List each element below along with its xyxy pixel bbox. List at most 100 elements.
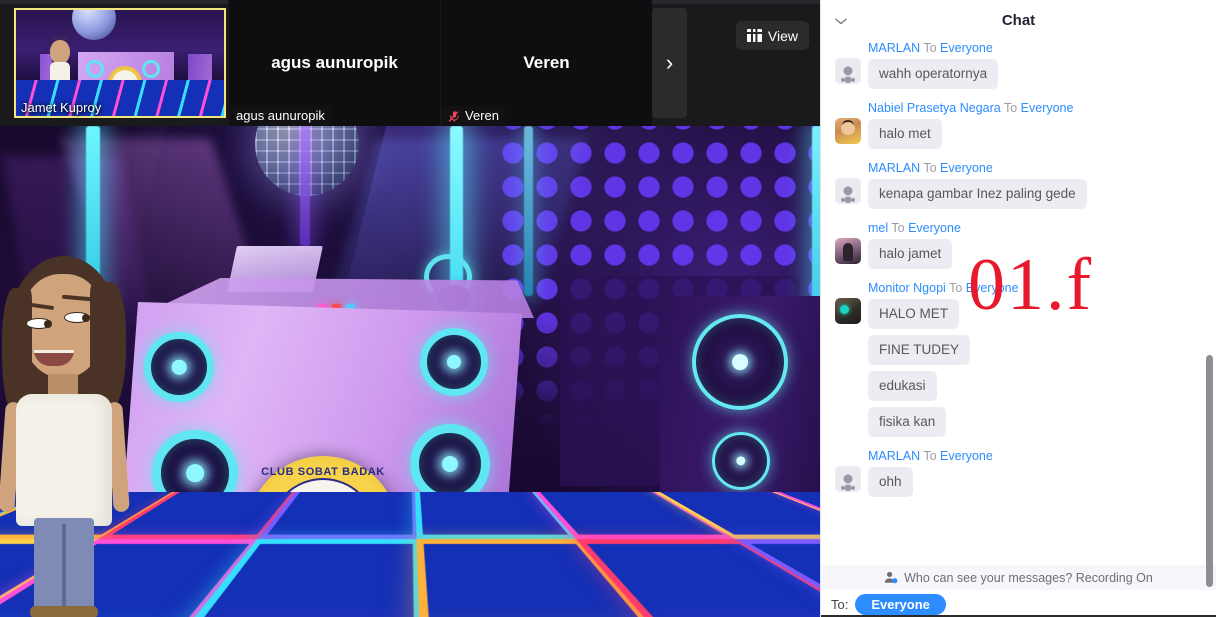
chat-scrollbar[interactable] — [1206, 355, 1213, 587]
filmstrip-tile-active[interactable]: Jamet Kuproy — [0, 0, 228, 126]
tile-label-text: agus aunuropik — [236, 108, 325, 123]
chat-message-column: Monitor Ngopi To Everyone HALO MET FINE TU… — [868, 280, 1202, 437]
chat-scrollbar-thumb[interactable] — [1206, 355, 1213, 587]
neon-tube-2 — [300, 126, 310, 246]
tile-center-name: agus aunuropik — [271, 53, 398, 72]
chat-message-column: MARLAN To Everyone kenapa gambar Inez pal… — [868, 160, 1202, 209]
chat-message-bubble[interactable]: halo jamet — [868, 239, 953, 269]
chat-message-header: Monitor Ngopi To Everyone — [868, 280, 1202, 296]
chat-privacy-notice[interactable]: Who can see your messages? Recording On — [821, 565, 1216, 590]
chat-recipient: Everyone — [965, 281, 1019, 295]
chat-message-bubble[interactable]: edukasi — [868, 371, 937, 401]
floor-tile — [267, 492, 413, 535]
chat-to-word: To — [923, 449, 937, 463]
mic-muted-icon — [448, 109, 461, 123]
chat-recipient: Everyone — [1020, 101, 1074, 115]
chat-message-header: MARLAN To Everyone — [868, 448, 1202, 464]
chat-panel: Chat MARLAN To Everyone wahh operatornya N… — [820, 0, 1216, 617]
chat-message-header: MARLAN To Everyone — [868, 160, 1202, 176]
to-label: To: — [831, 596, 849, 612]
character-shirt — [16, 394, 112, 526]
chat-message-group: Nabiel Prasetya Negara To Everyone halo m… — [835, 100, 1202, 149]
chat-sender-name: Monitor Ngopi — [868, 281, 946, 295]
tile-name-label: agus aunuropik — [229, 106, 331, 126]
chat-message-bubble[interactable]: wahh operatornya — [868, 59, 999, 89]
chevron-down-icon[interactable] — [831, 12, 851, 30]
tile-center-name: Veren — [523, 53, 570, 72]
chat-to-word: To — [923, 41, 937, 55]
chat-to-word: To — [891, 221, 905, 235]
chat-message-group: MARLAN To Everyone kenapa gambar Inez pal… — [835, 160, 1202, 209]
character-hair-right — [90, 282, 126, 412]
chat-message-column: mel To Everyone halo jamet — [868, 220, 1202, 269]
chat-message-group: MARLAN To Everyone ohh — [835, 448, 1202, 497]
chat-to-bar: To: Everyone — [821, 590, 1216, 617]
filmstrip-tile-agus[interactable]: agus aunuropik agus aunuropik — [228, 0, 440, 126]
chat-message-bubble[interactable]: fisika kan — [868, 407, 947, 437]
chat-sender-name: Nabiel Prasetya Negara — [868, 101, 1001, 115]
thumb-character-face — [50, 40, 70, 64]
avatar — [835, 178, 861, 204]
avatar — [835, 238, 861, 264]
chat-message-group: Monitor Ngopi To Everyone HALO MET FINE TU… — [835, 280, 1202, 437]
chat-to-word: To — [1003, 101, 1018, 115]
chat-header: Chat — [821, 0, 1216, 40]
chat-message-column: MARLAN To Everyone ohh — [868, 448, 1202, 497]
chat-message-header: Nabiel Prasetya Negara To Everyone — [868, 100, 1202, 116]
badge-arc-text: CLUB SOBAT BADAK — [261, 466, 385, 478]
character-pupil-right — [82, 314, 90, 322]
booth-cone-3 — [420, 328, 488, 396]
filmstrip-next-button[interactable]: › — [652, 8, 687, 118]
chat-message-list[interactable]: MARLAN To Everyone wahh operatornya Nabiel… — [821, 40, 1216, 565]
chat-message-bubble[interactable]: ohh — [868, 467, 913, 497]
chat-message-bubble[interactable]: halo met — [868, 119, 942, 149]
avatar — [835, 466, 861, 492]
chevron-right-icon: › — [665, 50, 674, 75]
grid-view-icon — [746, 29, 762, 42]
chat-message-group: MARLAN To Everyone wahh operatornya — [835, 40, 1202, 89]
chat-sender-name: mel — [868, 221, 889, 235]
chat-message-header: mel To Everyone — [868, 220, 1202, 236]
character-pupil-left — [44, 320, 52, 328]
main-video[interactable]: CLUB SOBAT BADAK #BAWAPERUBAHAN EST. 202… — [0, 126, 820, 617]
chat-to-word: To — [949, 281, 963, 295]
speaker-cone-large — [692, 314, 788, 410]
avatar — [835, 298, 861, 324]
tile-name-label: Veren — [441, 106, 505, 126]
booth-cone-1 — [144, 332, 214, 402]
neon-tube-4 — [524, 126, 533, 296]
chat-message-header: MARLAN To Everyone — [868, 40, 1202, 56]
filmstrip-tile-veren[interactable]: Veren Veren — [440, 0, 652, 126]
active-tile-name-label: Jamet Kuproy — [21, 100, 102, 115]
chat-message-bubble[interactable]: HALO MET — [868, 299, 960, 329]
chat-recipient: Everyone — [940, 41, 993, 55]
chat-message-column: Nabiel Prasetya Negara To Everyone halo m… — [868, 100, 1202, 149]
person-privacy-icon — [884, 571, 898, 584]
view-button[interactable]: View — [735, 21, 809, 50]
chat-recipient: Everyone — [908, 221, 961, 235]
view-button-label: View — [767, 27, 798, 44]
meeting-stage: CLUB SOBAT BADAK #BAWAPERUBAHAN EST. 202… — [0, 0, 820, 617]
thumb-cone-1 — [86, 60, 104, 78]
chat-message-column: MARLAN To Everyone wahh operatornya — [868, 40, 1202, 89]
chat-sender-name: MARLAN — [868, 41, 921, 55]
avatar — [835, 118, 861, 144]
avatar-character — [0, 246, 144, 617]
chat-recipient: Everyone — [940, 161, 993, 175]
to-recipient-pill[interactable]: Everyone — [855, 593, 946, 615]
chat-message-bubble[interactable]: FINE TUDEY — [868, 335, 971, 365]
participant-filmstrip: Jamet Kuproy agus aunuropik agus aunurop… — [0, 0, 820, 126]
speaker-cone-small — [712, 432, 770, 490]
chat-message-group: mel To Everyone halo jamet — [835, 220, 1202, 269]
chat-sender-name: MARLAN — [868, 449, 921, 463]
chat-message-bubble[interactable]: kenapa gambar Inez paling gede — [868, 179, 1087, 209]
tile-label-text: Veren — [465, 108, 499, 123]
character-feet — [30, 606, 98, 617]
avatar — [835, 58, 861, 84]
filmstrip-spacer — [687, 0, 820, 126]
character-legs — [34, 518, 94, 610]
chat-recipient: Everyone — [940, 449, 993, 463]
chat-to-word: To — [923, 161, 937, 175]
zoom-meeting-window: CLUB SOBAT BADAK #BAWAPERUBAHAN EST. 202… — [0, 0, 1216, 617]
thumb-cone-3 — [142, 60, 160, 78]
